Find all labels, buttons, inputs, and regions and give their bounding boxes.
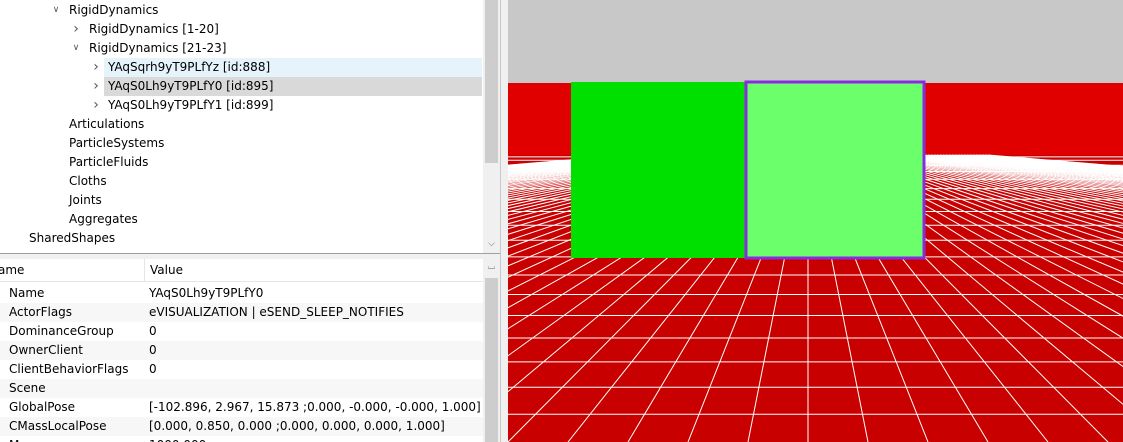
tree-item[interactable]: SharedShapes: [0, 229, 482, 248]
tree-item[interactable]: › YAqS0Lh9yT9PLfY1 [id:899]: [93, 96, 482, 115]
tree-item-label: YAqSqrh9yT9PLfYz [id:888]: [108, 60, 271, 74]
green-box-left: [571, 82, 748, 258]
property-scrollbar-thumb[interactable]: [485, 278, 498, 442]
property-row[interactable]: CMassLocalPose [0.000, 0.850, 0.000 ;0.00…: [0, 417, 483, 436]
tree-item[interactable]: Cloths: [0, 172, 482, 191]
property-name: GlobalPose: [9, 400, 76, 414]
property-value[interactable]: 0: [149, 360, 157, 379]
tree-scrollbar[interactable]: ⌵: [483, 0, 500, 253]
name-column-header[interactable]: ame: [0, 259, 24, 281]
tree-item-label: RigidDynamics [1-20]: [89, 22, 219, 36]
tree-item-label: YAqS0Lh9yT9PLfY0 [id:895]: [108, 79, 274, 93]
tree-item-label: RigidDynamics [21-23]: [89, 41, 227, 55]
scene-render: [508, 0, 1123, 442]
chevron-right-icon[interactable]: ›: [90, 96, 102, 115]
tree-item[interactable]: ∨ RigidDynamics [21-23]: [0, 39, 482, 58]
property-row[interactable]: GlobalPose [-102.896, 2.967, 15.873 ;0.00…: [0, 398, 483, 417]
chevron-down-icon[interactable]: ∨: [70, 39, 82, 58]
property-name: ActorFlags: [9, 305, 73, 319]
tree-item[interactable]: Joints: [0, 191, 482, 210]
property-grid: ame Value Name YAqS0Lh9yT9PLfY0 ActorFlags…: [0, 259, 500, 442]
value-column-header[interactable]: Value: [150, 259, 183, 281]
scroll-up-icon[interactable]: ⌴: [483, 259, 500, 276]
property-row[interactable]: DominanceGroup 0: [0, 322, 483, 341]
scene-viewport[interactable]: [508, 0, 1123, 442]
property-name: M: [9, 436, 19, 442]
tree-item[interactable]: ParticleSystems: [0, 134, 482, 153]
property-scrollbar[interactable]: ⌴: [483, 259, 500, 442]
property-value[interactable]: 0: [149, 322, 157, 341]
tree-scrollbar-thumb[interactable]: [485, 0, 498, 163]
property-row[interactable]: Name YAqS0Lh9yT9PLfY0: [0, 284, 483, 303]
property-row[interactable]: Scene: [0, 379, 483, 398]
tree-item-label: Joints: [69, 193, 102, 207]
tree-item-label: ParticleSystems: [69, 136, 165, 150]
column-divider[interactable]: [144, 259, 145, 281]
property-name: Scene: [9, 381, 46, 395]
tree-item-label: ParticleFluids: [69, 155, 149, 169]
tree-item-label: Aggregates: [69, 212, 138, 226]
property-name: ClientBehaviorFlags: [9, 362, 129, 376]
tree-item[interactable]: ∨ RigidDynamics: [0, 1, 482, 20]
tree-item[interactable]: › YAqSqrh9yT9PLfYz [id:888]: [93, 58, 482, 77]
tree-item[interactable]: Articulations: [0, 115, 482, 134]
property-name: CMassLocalPose: [9, 419, 107, 433]
chevron-down-icon[interactable]: ∨: [50, 1, 62, 20]
property-name: OwnerClient: [9, 343, 83, 357]
property-name: DominanceGroup: [9, 324, 114, 338]
property-value[interactable]: 0: [149, 341, 157, 360]
property-grid-header: ame Value: [0, 259, 483, 282]
scene-tree[interactable]: ∨ RigidDynamics › RigidDynamics [1-20] ∨ Rigi…: [0, 0, 500, 253]
property-value[interactable]: eVISUALIZATION | eSEND_SLEEP_NOTIFIES: [149, 303, 404, 322]
sky: [508, 0, 1123, 83]
tree-item[interactable]: Aggregates: [0, 210, 482, 229]
property-value[interactable]: [0.000, 0.850, 0.000 ;0.000, 0.000, 0.00…: [149, 417, 445, 436]
scroll-down-icon[interactable]: ⌵: [483, 236, 500, 253]
tree-item[interactable]: ParticleFluids: [0, 153, 482, 172]
chevron-right-icon[interactable]: ›: [90, 77, 102, 96]
property-row[interactable]: ClientBehaviorFlags 0: [0, 360, 483, 379]
property-row[interactable]: ActorFlags eVISUALIZATION | eSEND_SLEEP_N…: [0, 303, 483, 322]
property-row[interactable]: M 1000.000: [0, 436, 483, 442]
tree-item[interactable]: › YAqS0Lh9yT9PLfY0 [id:895]: [93, 77, 482, 96]
property-value[interactable]: 1000.000: [149, 436, 206, 442]
property-value[interactable]: [-102.896, 2.967, 15.873 ;0.000, -0.000,…: [149, 398, 481, 417]
tree-item-label: RigidDynamics: [69, 3, 159, 17]
tree-item-label: YAqS0Lh9yT9PLfY1 [id:899]: [108, 98, 274, 112]
tree-item-label: SharedShapes: [29, 231, 116, 245]
chevron-right-icon[interactable]: ›: [90, 58, 102, 77]
tree-item-label: Articulations: [69, 117, 145, 131]
chevron-right-icon[interactable]: ›: [70, 20, 82, 39]
green-box-right-selected: [744, 80, 926, 260]
tree-item-label: Cloths: [69, 174, 107, 188]
property-name: Name: [9, 286, 45, 300]
property-value[interactable]: YAqS0Lh9yT9PLfY0: [149, 284, 263, 303]
property-row[interactable]: OwnerClient 0: [0, 341, 483, 360]
tree-item[interactable]: › RigidDynamics [1-20]: [0, 20, 482, 39]
